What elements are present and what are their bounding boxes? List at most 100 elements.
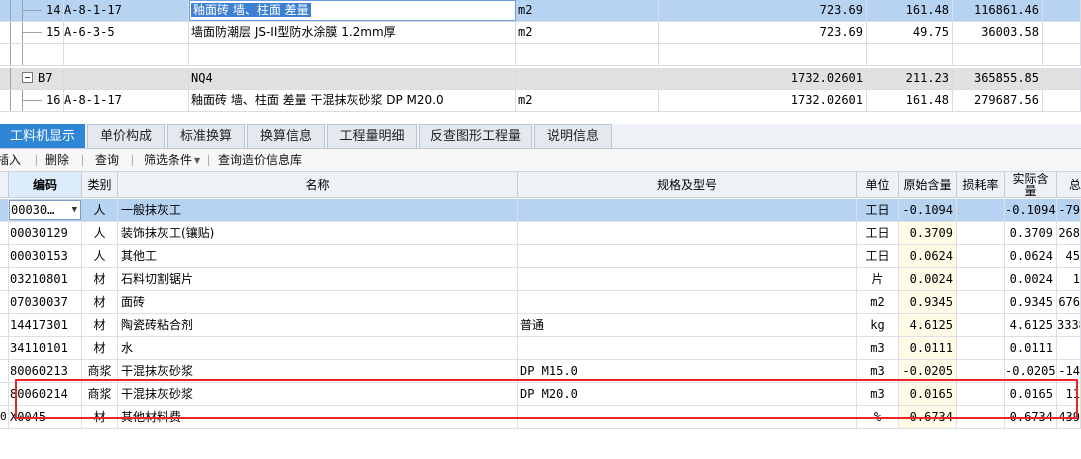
tab-conversion-info[interactable]: 换算信息 bbox=[247, 124, 325, 148]
code-cell: 80060214 bbox=[9, 383, 82, 405]
dropdown-arrow-icon[interactable]: ▼ bbox=[72, 201, 77, 219]
resource-row[interactable]: 03210801 材 石料切割锯片 片 0.0024 0.0024 1 bbox=[0, 268, 1081, 291]
actual-qty-cell: 4.6125 bbox=[1005, 314, 1057, 336]
delete-button[interactable]: 删除 bbox=[45, 149, 69, 171]
category-cell: 人 bbox=[82, 245, 118, 267]
resource-row[interactable]: 80060214 商浆 干混抹灰砂浆 DP M20.0 m3 0.0165 0.… bbox=[0, 383, 1081, 406]
tab-graphic-quantity[interactable]: 反查图形工程量 bbox=[419, 124, 532, 148]
loss-rate-cell[interactable] bbox=[957, 199, 1005, 221]
tab-quantity-detail[interactable]: 工程量明细 bbox=[327, 124, 417, 148]
resource-row[interactable]: 14417301 材 陶瓷砖粘合剂 普通 kg 4.6125 4.6125 33… bbox=[0, 314, 1081, 337]
name-cell: 其他工 bbox=[118, 245, 518, 267]
orig-qty-cell[interactable]: 0.0624 bbox=[899, 245, 957, 267]
total-cell: 45 bbox=[1057, 245, 1081, 267]
item-code: A-6-3-5 bbox=[64, 22, 189, 43]
col-orig-qty[interactable]: 原始含量 bbox=[899, 172, 957, 197]
resource-row-highlighted[interactable]: 80060213 商浆 干混抹灰砂浆 DP M15.0 m3 -0.0205 -… bbox=[0, 360, 1081, 383]
item-name-editor[interactable]: 釉面砖 墙、柱面 差量 bbox=[189, 0, 516, 21]
category-cell: 材 bbox=[82, 406, 118, 428]
resource-row[interactable]: 07030037 材 面砖 m2 0.9345 0.9345 676 bbox=[0, 291, 1081, 314]
code-cell: 14417301 bbox=[9, 314, 82, 336]
loss-rate-cell[interactable] bbox=[957, 222, 1005, 244]
resource-toolbar: 插入 删除 查询 筛选条件 ▼ 查询造价信息库 bbox=[0, 149, 1081, 172]
row-index: 15 bbox=[46, 25, 61, 39]
loss-rate-cell[interactable] bbox=[957, 337, 1005, 359]
resource-row[interactable]: 0 X0045 材 其他材料费 % 0.6734 0.6734 439 bbox=[0, 406, 1081, 429]
col-name[interactable]: 名称 bbox=[118, 172, 518, 197]
code-cell: 07030037 bbox=[9, 291, 82, 313]
category-cell: 商浆 bbox=[82, 383, 118, 405]
orig-qty-cell[interactable]: 0.0165 bbox=[899, 383, 957, 405]
tab-unit-price[interactable]: 单价构成 bbox=[87, 124, 165, 148]
loss-rate-cell[interactable] bbox=[957, 360, 1005, 382]
orig-qty-cell[interactable]: -0.0205 bbox=[899, 360, 957, 382]
name-cell: 石料切割锯片 bbox=[118, 268, 518, 290]
tree-cell bbox=[0, 44, 64, 65]
orig-qty-cell[interactable]: 0.6734 bbox=[899, 406, 957, 428]
item-name: 釉面砖 墙、柱面 差量 bbox=[191, 3, 311, 17]
tab-resource-display[interactable]: 工料机显示 bbox=[0, 124, 85, 148]
spec-cell bbox=[518, 222, 857, 244]
loss-rate-cell[interactable] bbox=[957, 383, 1005, 405]
loss-rate-cell[interactable] bbox=[957, 245, 1005, 267]
collapse-icon[interactable] bbox=[22, 72, 33, 83]
insert-button[interactable]: 插入 bbox=[0, 149, 21, 171]
price-info-lookup-button[interactable]: 查询造价信息库 bbox=[218, 149, 302, 171]
row-number: 0 bbox=[0, 406, 9, 428]
filter-dropdown[interactable]: 筛选条件 ▼ bbox=[144, 149, 200, 171]
query-button[interactable]: 查询 bbox=[95, 149, 119, 171]
tab-standard-conversion[interactable]: 标准换算 bbox=[167, 124, 245, 148]
orig-qty-cell[interactable]: 0.9345 bbox=[899, 291, 957, 313]
loss-rate-cell[interactable] bbox=[957, 314, 1005, 336]
actual-qty-cell: -0.1094 bbox=[1005, 199, 1057, 221]
unit-cell: % bbox=[857, 406, 899, 428]
orig-qty-cell[interactable]: 0.0111 bbox=[899, 337, 957, 359]
col-spec[interactable]: 规格及型号 bbox=[518, 172, 857, 197]
col-loss-rate[interactable]: 损耗率 bbox=[957, 172, 1005, 197]
resource-row[interactable]: 34110101 材 水 m3 0.0111 0.0111 bbox=[0, 337, 1081, 360]
code-combobox[interactable]: 00030… ▼ bbox=[9, 200, 81, 220]
orig-qty-cell[interactable]: 0.3709 bbox=[899, 222, 957, 244]
row-index: 16 bbox=[46, 93, 61, 107]
unit-cell: m2 bbox=[857, 291, 899, 313]
col-unit[interactable]: 单位 bbox=[857, 172, 899, 197]
total-cell bbox=[1057, 337, 1081, 359]
category-cell: 人 bbox=[82, 222, 118, 244]
unit-cell: m3 bbox=[857, 383, 899, 405]
item-unit: m2 bbox=[516, 22, 659, 43]
tree-row-16[interactable]: 16 A-8-1-17 釉面砖 墙、柱面 差量 干混抹灰砂浆 DP M20.0 … bbox=[0, 90, 1081, 112]
actual-qty-cell: 0.0165 bbox=[1005, 383, 1057, 405]
orig-qty-cell[interactable]: 4.6125 bbox=[899, 314, 957, 336]
tree-group-b7[interactable]: B7 NQ4 1732.02601 211.23 365855.85 bbox=[0, 68, 1081, 90]
tree-cell: 14 bbox=[0, 0, 64, 21]
loss-rate-cell[interactable] bbox=[957, 291, 1005, 313]
unit-cell: m3 bbox=[857, 337, 899, 359]
item-quantity: 1732.02601 bbox=[659, 90, 867, 111]
tree-row-empty[interactable] bbox=[0, 44, 1081, 66]
col-actual-qty[interactable]: 实际含量 bbox=[1005, 172, 1057, 197]
loss-rate-cell[interactable] bbox=[957, 268, 1005, 290]
col-total[interactable]: 总 bbox=[1057, 172, 1081, 197]
group-price: 211.23 bbox=[867, 68, 953, 89]
orig-qty-cell[interactable]: -0.1094 bbox=[899, 199, 957, 221]
col-category[interactable]: 类别 bbox=[82, 172, 118, 197]
name-cell: 干混抹灰砂浆 bbox=[118, 383, 518, 405]
orig-qty-cell[interactable]: 0.0024 bbox=[899, 268, 957, 290]
tree-row-15[interactable]: 15 A-6-3-5 墙面防潮层 JS-II型防水涂膜 1.2mm厚 m2 72… bbox=[0, 22, 1081, 44]
item-total: 36003.58 bbox=[953, 22, 1043, 43]
item-unit: m2 bbox=[516, 0, 659, 21]
tab-description[interactable]: 说明信息 bbox=[534, 124, 612, 148]
resource-row[interactable]: 00030129 人 装饰抹灰工(镶贴) 工日 0.3709 0.3709 26… bbox=[0, 222, 1081, 245]
col-code[interactable]: 编码 bbox=[9, 172, 82, 197]
total-cell: 3338 bbox=[1057, 314, 1081, 336]
name-cell: 陶瓷砖粘合剂 bbox=[118, 314, 518, 336]
item-price: 49.75 bbox=[867, 22, 953, 43]
resource-row[interactable]: 00030153 人 其他工 工日 0.0624 0.0624 45 bbox=[0, 245, 1081, 268]
unit-cell: 工日 bbox=[857, 245, 899, 267]
actual-qty-cell: -0.0205 bbox=[1005, 360, 1057, 382]
item-name: 釉面砖 墙、柱面 差量 干混抹灰砂浆 DP M20.0 bbox=[189, 90, 516, 111]
tree-row-14[interactable]: 14 A-8-1-17 釉面砖 墙、柱面 差量 m2 723.69 161.48… bbox=[0, 0, 1081, 22]
loss-rate-cell[interactable] bbox=[957, 406, 1005, 428]
resource-row[interactable]: 00030… ▼ 人 一般抹灰工 工日 -0.1094 -0.1094 -79 bbox=[0, 199, 1081, 222]
spec-cell: DP M20.0 bbox=[518, 383, 857, 405]
